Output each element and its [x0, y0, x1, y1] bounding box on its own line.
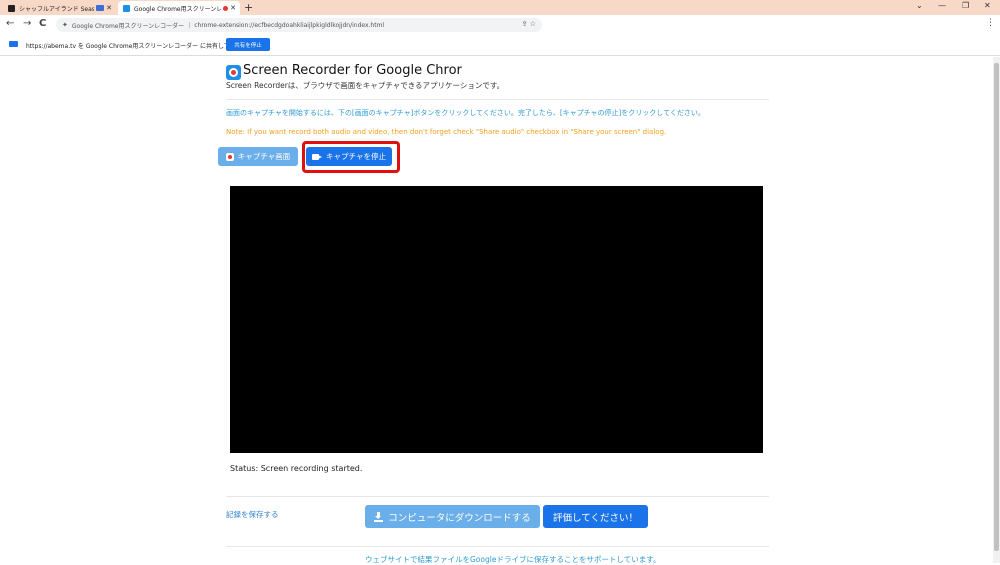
- close-icon[interactable]: ✕: [106, 4, 112, 12]
- download-label: コンピュータにダウンロードする: [388, 512, 531, 524]
- window-close-button[interactable]: ✕: [984, 1, 991, 10]
- screen-share-icon: [9, 41, 18, 47]
- tab-title: Google Chrome用スクリーンレ: [134, 5, 222, 13]
- record-icon: [225, 152, 234, 161]
- browser-toolbar: ← → C ✦ Google Chrome用スクリーンレコーダー | chrom…: [0, 15, 1000, 35]
- back-button[interactable]: ←: [6, 18, 14, 30]
- address-bar[interactable]: ✦ Google Chrome用スクリーンレコーダー | chrome-exte…: [56, 18, 542, 32]
- rate-button[interactable]: 評価してください！: [543, 505, 648, 528]
- tab-strip: シャッフルアイランド Season3 - ✕ Google Chrome用スクリ…: [0, 0, 1000, 15]
- tab-shuffle-island[interactable]: シャッフルアイランド Season3 - ✕: [3, 1, 116, 15]
- download-icon: [374, 512, 384, 522]
- tab-search-icon[interactable]: ⌄: [916, 1, 923, 10]
- tab-screen-recorder[interactable]: Google Chrome用スクリーンレ ✕: [118, 1, 240, 15]
- stop-sharing-button[interactable]: 共有を停止: [226, 38, 270, 51]
- restore-button[interactable]: ❐: [962, 1, 969, 10]
- stop-capture-label: キャプチャを停止: [326, 152, 386, 161]
- save-recording-link[interactable]: 記録を保存する: [226, 509, 279, 520]
- url-text: chrome-extension://ecfbecdgdoahkliaijlpk…: [194, 21, 385, 29]
- footer-text: ウェブサイトで結果ファイルをGoogleドライブに保存することをサポートしていま…: [365, 555, 661, 564]
- reload-button[interactable]: C: [39, 18, 46, 30]
- capture-screen-button[interactable]: キャプチャ画面: [218, 147, 298, 166]
- close-icon[interactable]: ✕: [230, 4, 236, 12]
- url-separator: |: [188, 21, 191, 29]
- video-off-icon: [312, 153, 323, 160]
- browser-menu-button[interactable]: ⋮: [986, 18, 995, 28]
- sharing-message: https://abema.tv を Google Chrome用スクリーンレコ…: [26, 43, 248, 50]
- site-name: Google Chrome用スクリーンレコーダー: [71, 22, 185, 30]
- download-button[interactable]: コンピュータにダウンロードする: [365, 505, 540, 528]
- page-scrollbar[interactable]: [993, 57, 1000, 563]
- divider: [226, 496, 769, 497]
- divider: [226, 546, 769, 547]
- divider: [226, 99, 769, 100]
- minimize-button[interactable]: —: [938, 1, 946, 10]
- sharing-infobar: https://abema.tv を Google Chrome用スクリーンレコ…: [0, 35, 1000, 56]
- share-page-icon[interactable]: ⇪ ☆: [522, 20, 536, 28]
- page-title: Screen Recorder for Google Chror: [243, 63, 462, 78]
- forward-button[interactable]: →: [23, 18, 31, 30]
- app-logo-icon: [226, 65, 241, 80]
- recorder-favicon-icon: [123, 4, 130, 12]
- status-text: Status: Screen recording started.: [230, 464, 363, 473]
- scrollbar-thumb[interactable]: [994, 63, 999, 551]
- capture-label: キャプチャ画面: [237, 152, 291, 161]
- tab-title: シャッフルアイランド Season3 -: [19, 5, 95, 13]
- page-subtitle: Screen Recorderは、ブラウザで画面をキャプチャできるアプリケーショ…: [226, 81, 505, 90]
- audio-note: Note: If you want record both audio and …: [226, 128, 667, 136]
- screen-share-icon: [96, 5, 105, 11]
- extension-icon: ✦: [62, 21, 68, 29]
- stop-capture-button[interactable]: キャプチャを停止: [306, 147, 392, 166]
- recording-indicator-icon: [223, 5, 229, 11]
- instruction-text: 画面のキャプチャを開始するには、下の[画面のキャプチャ]ボタンをクリックしてくだ…: [226, 109, 705, 117]
- video-preview: [230, 186, 763, 453]
- abema-favicon-icon: [8, 4, 15, 12]
- new-tab-button[interactable]: +: [244, 2, 253, 14]
